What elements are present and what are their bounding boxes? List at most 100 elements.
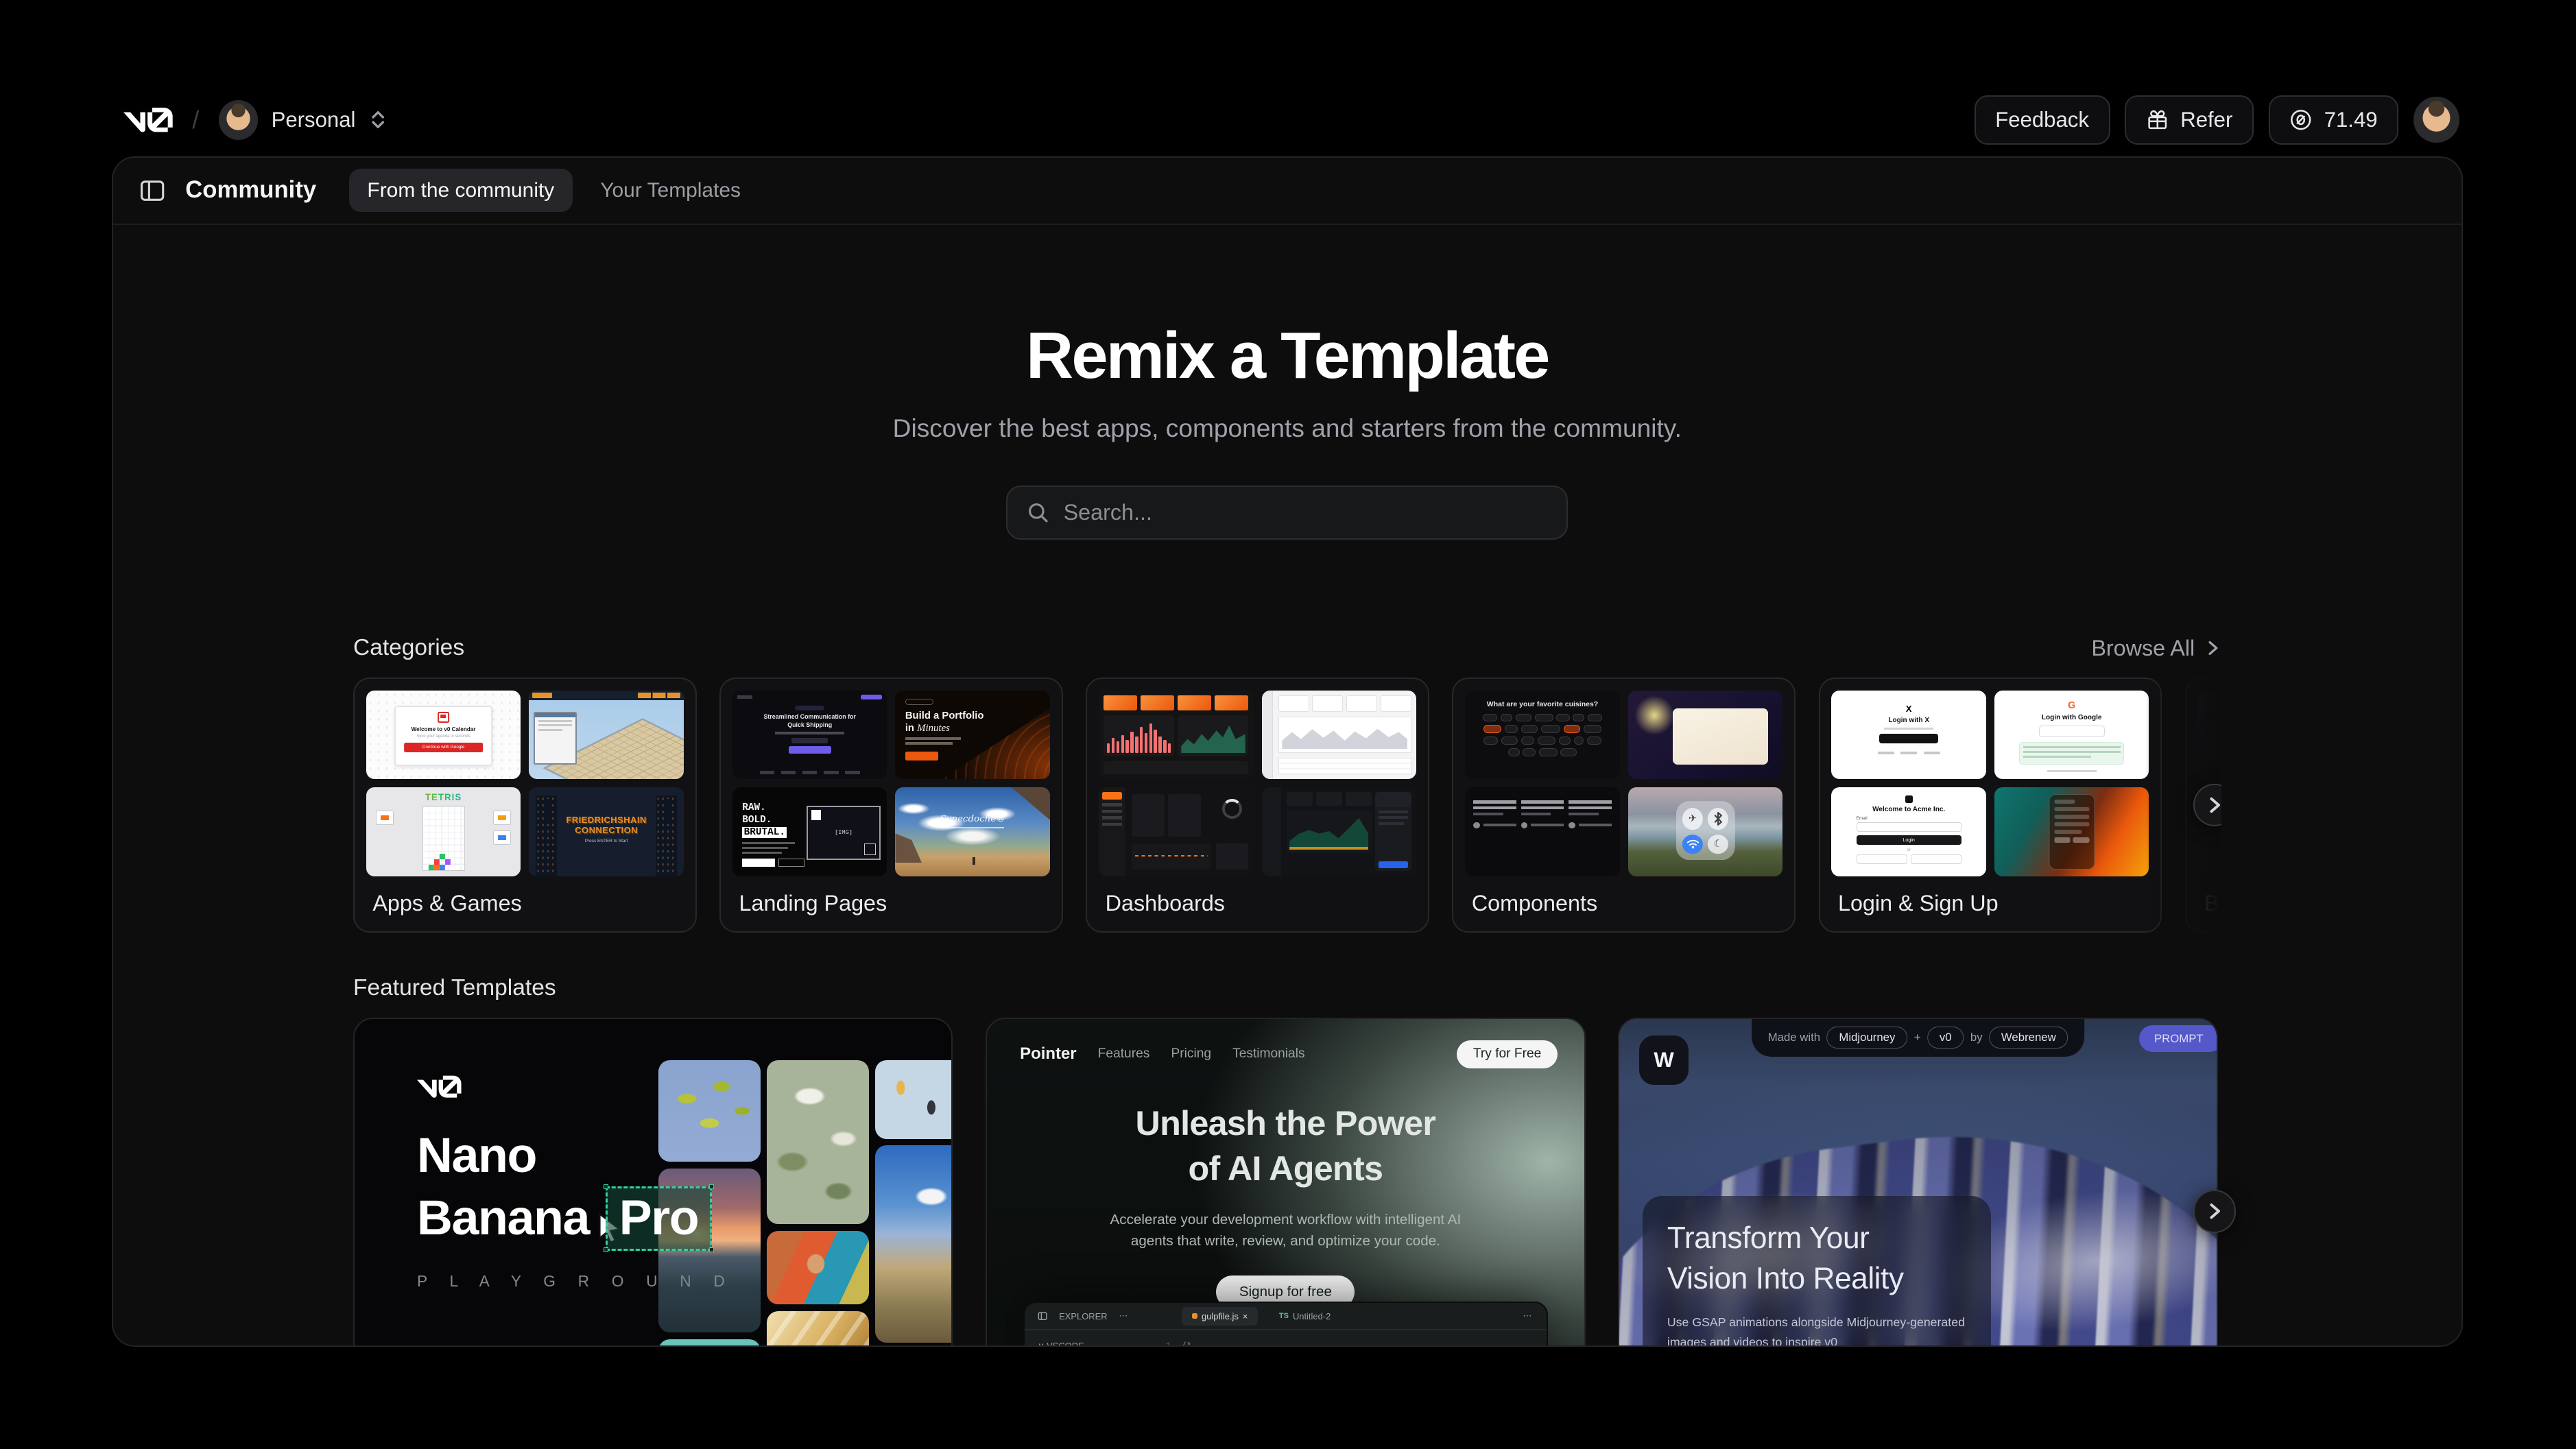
decor (2019, 742, 2124, 765)
editor-tab-gulpfile: gulpfile.js (1202, 1311, 1239, 1321)
community-panel: Community From the community Your Templa… (112, 156, 2463, 1348)
pointer-try-button: Try for Free (1457, 1040, 1558, 1068)
fried-line2: CONNECTION (529, 826, 684, 836)
img-placeholder-label: [IMG] (835, 829, 852, 836)
featured-card-nano-banana[interactable]: Nano Banana Pro P L A Y G R O U N D (353, 1018, 953, 1348)
thumb-brutalist-landing: RAW. BOLD. BRUTAL. [IMG] (732, 787, 887, 876)
workspace-avatar (219, 100, 258, 139)
decor (1132, 794, 1165, 837)
acme-logo (1905, 795, 1913, 803)
pointer-logo: Pointer (1020, 1044, 1076, 1064)
featured-next-button[interactable] (2193, 1190, 2236, 1232)
login-x-title: Login with X (1831, 717, 1986, 724)
decor (542, 718, 684, 780)
top-bar: / Personal Feedback (123, 92, 2459, 147)
pointer-editor-mock: EXPLORER ⋯ gulpfile.js × TS Untitled-2 (1023, 1302, 1548, 1348)
v0-logo-icon[interactable] (123, 108, 173, 132)
credits-button[interactable]: 71.49 (2269, 95, 2399, 145)
category-label: Login & Sign Up (1838, 891, 1999, 916)
thumb-isometric-game (529, 691, 684, 779)
category-card-login-signup[interactable]: X Login with X G Login with Google (1819, 678, 2162, 932)
category-card-dashboards[interactable]: Dashboards (1086, 678, 1429, 932)
brutal-raw: RAW. (742, 802, 804, 815)
decor (775, 732, 844, 734)
user-avatar[interactable] (2413, 97, 2459, 143)
calendar-title: Welcome to v0 Calendar (396, 726, 492, 732)
tab-your-templates[interactable]: Your Templates (582, 169, 759, 212)
browse-all-link[interactable]: Browse All (2091, 636, 2221, 661)
decor (656, 795, 677, 876)
ts-file-icon: TS (1279, 1312, 1289, 1320)
tetris-logo: TETRIS (366, 792, 521, 802)
photo-mountain-lake (875, 1145, 953, 1342)
thumb-testimonials (1465, 787, 1620, 876)
category-card-apps-games[interactable]: Welcome to v0 Calendar Sync your agenda … (353, 678, 697, 932)
search-input[interactable] (1064, 500, 1547, 525)
email-label: Email (1857, 816, 1961, 821)
badge-webrenew: Webrenew (1989, 1027, 2068, 1049)
hero-subtitle: Discover the best apps, components and s… (113, 414, 2461, 443)
thumb-blog-dark (2198, 691, 2221, 779)
js-file-icon (1192, 1313, 1197, 1319)
acme-title: Welcome to Acme Inc. (1831, 806, 1986, 813)
workspace-switcher[interactable]: Personal (219, 100, 387, 139)
decor (905, 699, 933, 705)
decor (942, 827, 1004, 828)
login-button-mock: Login (1857, 835, 1961, 845)
editor-tab-close: × (1243, 1311, 1248, 1321)
sidebar-toggle-icon[interactable] (139, 178, 165, 204)
decor (789, 746, 831, 754)
decor (1831, 854, 1986, 864)
decor (2049, 794, 2095, 870)
decor (1262, 691, 1274, 779)
refer-button[interactable]: Refer (2125, 95, 2254, 145)
decor (1099, 787, 1125, 876)
photo-mosaic (658, 1339, 761, 1347)
decor (1628, 691, 1783, 779)
thumb-login-x: X Login with X (1831, 691, 1986, 779)
search-box (1006, 486, 1568, 540)
thumb-light-dashboard (1262, 691, 1417, 779)
webrenew-body-line1: Use GSAP animations alongside Midjourney… (1667, 1313, 1966, 1347)
brutal-bold: BOLD. (742, 815, 804, 827)
chevron-up-down-icon (369, 109, 387, 130)
feedback-button[interactable]: Feedback (1975, 95, 2110, 145)
fried-line1: FRIEDRICHSHAIN (529, 815, 684, 826)
thumb-login-google: G Login with Google (1994, 691, 2149, 779)
decor (1104, 761, 1248, 774)
browse-all-label: Browse All (2091, 636, 2195, 661)
decor (1375, 792, 1411, 871)
thumb-saas-landing: Streamlined Communication for Quick Ship… (732, 691, 887, 779)
category-card-landing-pages[interactable]: Streamlined Communication for Quick Ship… (719, 678, 1063, 932)
decor (493, 811, 511, 826)
editor-window-icons: ⋯ (1523, 1310, 1533, 1321)
editor-explorer-label: EXPLORER (1059, 1311, 1107, 1321)
badge-midjourney: Midjourney (1827, 1027, 1907, 1049)
login-google-title: Login with Google (1994, 714, 2149, 721)
tab-from-the-community[interactable]: From the community (349, 169, 573, 212)
webrenew-title-line2: Vision Into Reality (1667, 1258, 1966, 1300)
portfolio-line1: Build a Portfolio (905, 710, 984, 723)
decor (1278, 695, 1411, 712)
badge-v0: v0 (1927, 1027, 1964, 1049)
featured-card-pointer[interactable]: Pointer Features Pricing Testimonials Tr… (986, 1018, 1585, 1348)
decor (1831, 752, 1986, 754)
landing-hero-line1: Streamlined Communication for (750, 713, 868, 721)
made-with-bar: Made with Midjourney + v0 by Webrenew (1752, 1019, 2085, 1057)
featured-card-webrenew[interactable]: W Made with Midjourney + v0 by Webrenew … (1618, 1018, 2217, 1348)
category-label: Landing Pages (739, 891, 887, 916)
decor (1673, 708, 1768, 764)
decor (895, 830, 925, 863)
fried-sub: Press ENTER to Start (529, 839, 684, 843)
pointer-nav-pricing: Pricing (1171, 1046, 1211, 1062)
code-line-1: /*--------------------------------------… (1181, 1341, 1521, 1347)
decor (493, 830, 511, 846)
category-card-components[interactable]: What are your favorite cuisines? (1452, 678, 1796, 932)
decor (422, 806, 464, 872)
decor (732, 771, 887, 774)
tabs: From the community Your Templates (349, 169, 759, 212)
area-chart (1178, 715, 1248, 756)
thumb-cuisine-chips: What are your favorite cuisines? (1465, 691, 1620, 779)
decor (1216, 843, 1249, 870)
decor (895, 787, 1050, 876)
